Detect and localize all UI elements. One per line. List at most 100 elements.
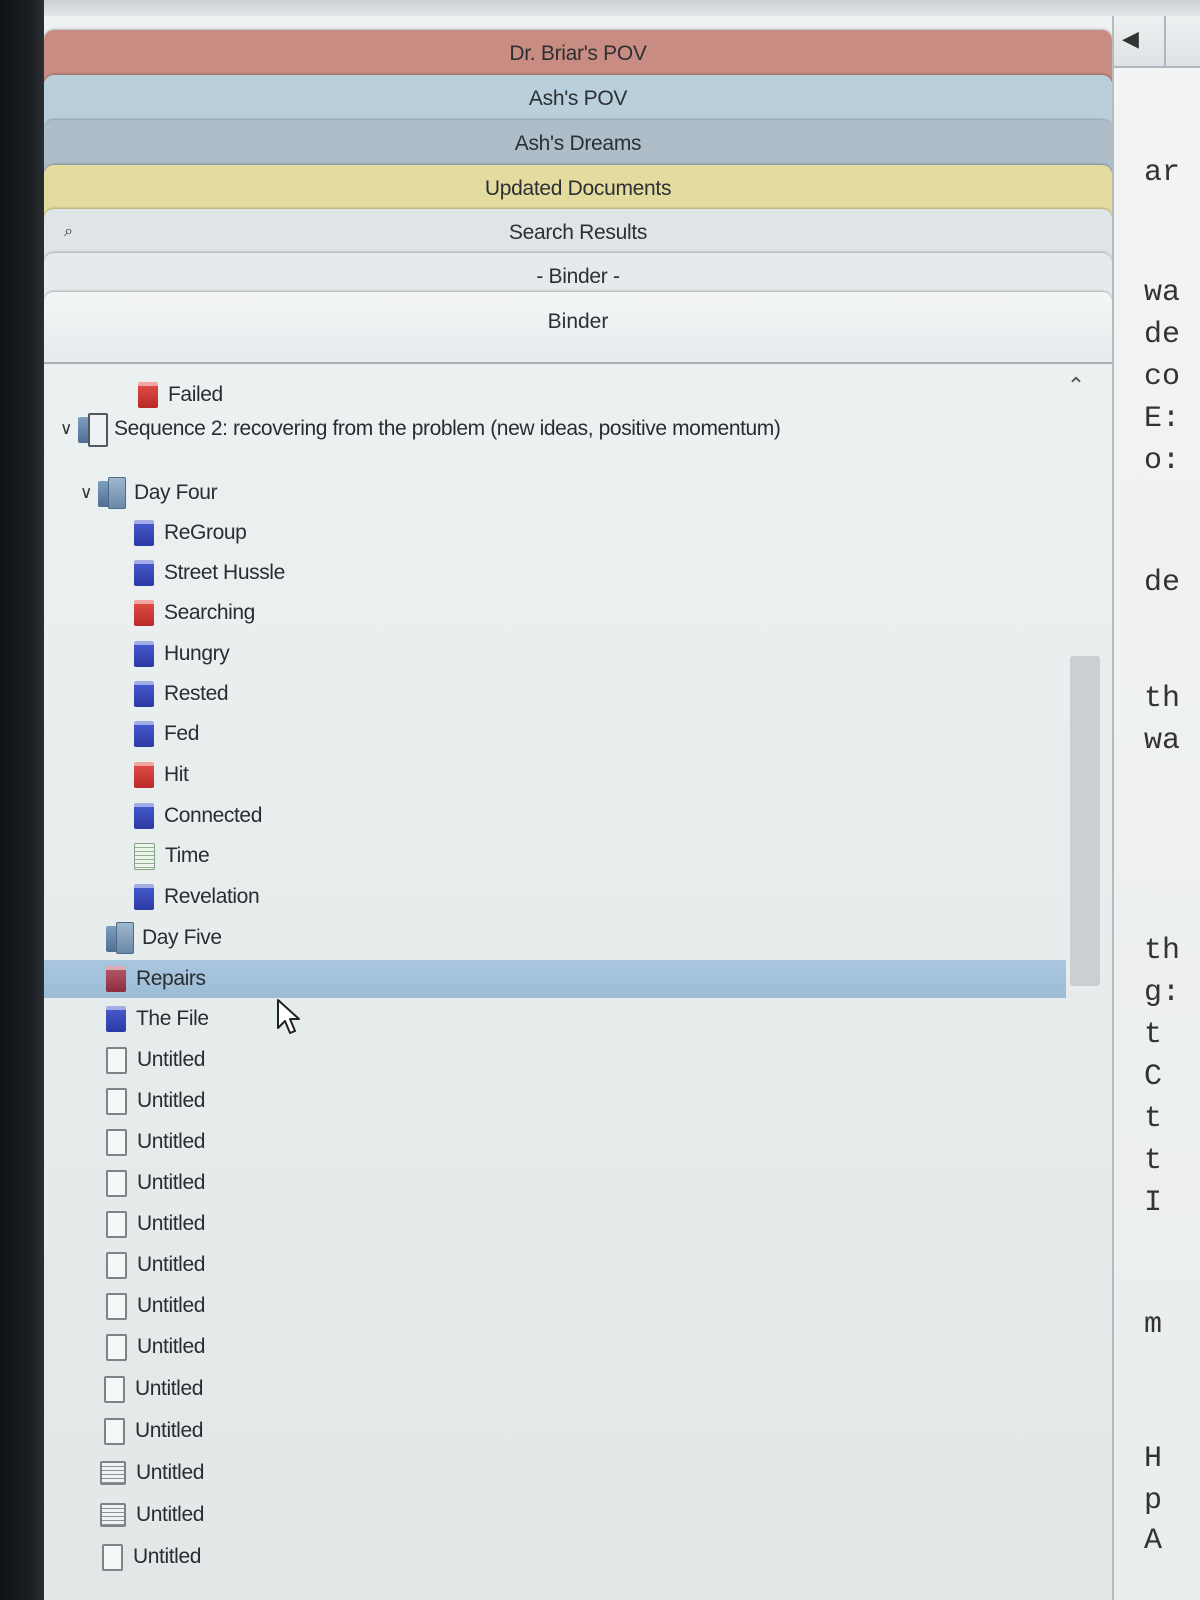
binder-title: Binder	[547, 310, 609, 333]
collection-tab-label: Ash's POV	[528, 87, 628, 110]
editor-text-fragment: co	[1144, 360, 1181, 394]
editor-text-fragment: th	[1144, 682, 1181, 716]
document-icon	[134, 641, 154, 668]
binder-item[interactable]: ∨ Day Four	[80, 474, 218, 512]
top-toolbar-edge	[44, 0, 1200, 17]
document-icon	[134, 762, 154, 789]
binder-item[interactable]: Street Hussle	[134, 554, 285, 592]
disclosure-chevron-down-icon[interactable]: ∨	[80, 474, 98, 512]
binder-item-label: Searching	[164, 601, 255, 624]
binder-item-label: Untitled	[137, 1335, 206, 1358]
document-icon	[106, 1292, 127, 1320]
binder-item-label: Day Five	[142, 926, 222, 949]
binder-item-label: Untitled	[137, 1130, 206, 1153]
binder-item[interactable]: Repairs	[44, 960, 1066, 998]
binder-item[interactable]: Untitled	[104, 1412, 203, 1450]
binder-item[interactable]: ∨ Sequence 2: recovering from the problem…	[60, 410, 781, 448]
binder-item[interactable]: Fed	[134, 715, 199, 753]
editor-header: ◀	[1114, 16, 1200, 68]
document-icon	[106, 966, 126, 993]
collection-tab-label: Updated Documents	[484, 177, 672, 200]
document-icon	[106, 1128, 127, 1156]
editor-text-fragment: de	[1144, 566, 1181, 600]
editor-pane[interactable]: ◀ ar wa de co E: o: de th wa th g: t Ct t Im Hp A	[1114, 16, 1200, 1600]
binder-item-label: Hit	[164, 763, 189, 786]
binder-item-label: Revelation	[164, 885, 260, 908]
binder-item[interactable]: Untitled	[106, 1328, 205, 1366]
binder-item-label: Time	[165, 844, 210, 867]
binder-item[interactable]: Untitled	[100, 1454, 204, 1492]
binder-item[interactable]: Untitled	[106, 1123, 205, 1161]
editor-text-fragment: ar	[1144, 156, 1181, 190]
document-icon	[134, 520, 154, 547]
binder-item-label: Street Hussle	[164, 561, 285, 584]
binder-header-tab[interactable]: Binder	[44, 292, 1112, 364]
binder-item[interactable]: Searching	[134, 594, 255, 632]
binder-item[interactable]: Untitled	[106, 1246, 205, 1284]
folder-icon	[106, 922, 134, 955]
binder-item-label: Sequence 2: recovering from the problem …	[114, 417, 781, 440]
collection-tab-label: Search Results	[508, 221, 648, 244]
binder-item[interactable]: Failed	[138, 376, 223, 414]
binder-item-label: Failed	[168, 383, 223, 406]
binder-item-label: Fed	[164, 722, 199, 745]
collection-tab-label: Dr. Briar's POV	[509, 42, 647, 65]
editor-text-fragment: t	[1144, 1102, 1163, 1136]
binder-item[interactable]: Untitled	[106, 1041, 205, 1079]
binder-item[interactable]: The File	[106, 1000, 209, 1038]
document-icon	[106, 1210, 127, 1238]
binder-item[interactable]: Untitled	[104, 1370, 203, 1408]
search-icon: ⌕	[64, 223, 73, 240]
binder-item[interactable]: Hit	[134, 756, 189, 794]
folder-icon	[98, 477, 126, 510]
binder-item[interactable]: Untitled	[100, 1496, 204, 1534]
scrollbar-track[interactable]	[1068, 408, 1102, 1598]
document-icon	[104, 1417, 125, 1445]
document-icon	[134, 560, 154, 587]
binder-item[interactable]: Untitled	[106, 1287, 205, 1325]
binder-panel: Dr. Briar's POV Ash's POV Ash's Dreams Upda…	[44, 16, 1114, 1600]
binder-tree: Failed ∨ Sequence 2: recovering from the p…	[44, 364, 1066, 1600]
scroll-up-icon[interactable]: ⌃	[1066, 375, 1086, 397]
binder-item-label: Rested	[164, 682, 229, 705]
editor-text-fragment: de	[1144, 318, 1181, 352]
binder-item-label: Untitled	[137, 1253, 206, 1276]
document-icon	[134, 600, 154, 627]
binder-item[interactable]: Revelation	[134, 878, 260, 916]
binder-item[interactable]: Rested	[134, 675, 229, 713]
binder-item-label: Untitled	[136, 1503, 205, 1526]
binder-item[interactable]: Untitled	[106, 1082, 205, 1120]
binder-item[interactable]: Hungry	[134, 635, 230, 673]
editor-text-fragment: o:	[1144, 444, 1181, 478]
binder-item[interactable]: Connected	[134, 797, 262, 835]
editor-text-fragment: wa	[1144, 276, 1181, 310]
editor-text-fragment: C	[1144, 1060, 1163, 1094]
binder-item[interactable]: Day Five	[106, 919, 222, 957]
binder-item-label: Connected	[164, 804, 262, 827]
document-icon	[106, 1169, 127, 1197]
binder-item[interactable]: Untitled	[102, 1538, 201, 1576]
binder-item-label: Untitled	[135, 1419, 204, 1442]
document-icon	[134, 803, 154, 830]
header-divider	[1164, 16, 1166, 66]
binder-item-label: Hungry	[164, 642, 230, 665]
document-icon	[134, 681, 154, 708]
binder-item[interactable]: Time	[134, 837, 210, 875]
document-icon	[134, 842, 155, 870]
document-icon	[100, 1503, 126, 1528]
disclosure-chevron-down-icon[interactable]: ∨	[60, 410, 78, 448]
navigate-back-icon[interactable]: ◀	[1122, 26, 1139, 52]
binder-item[interactable]: ReGroup	[134, 514, 247, 552]
scrollbar-thumb[interactable]	[1070, 656, 1100, 986]
binder-item-label: Untitled	[136, 1461, 205, 1484]
document-icon	[106, 1251, 127, 1279]
binder-item[interactable]: Untitled	[106, 1164, 205, 1202]
document-icon	[134, 884, 154, 911]
binder-item-label: The File	[136, 1007, 209, 1030]
binder-item[interactable]: Untitled	[106, 1205, 205, 1243]
binder-item-label: Untitled	[137, 1171, 206, 1194]
binder-item-label: Repairs	[136, 967, 206, 990]
document-icon	[102, 1543, 123, 1571]
editor-text-fragment: I	[1144, 1186, 1163, 1220]
screen: Dr. Briar's POV Ash's POV Ash's Dreams Upda…	[0, 0, 1200, 1600]
